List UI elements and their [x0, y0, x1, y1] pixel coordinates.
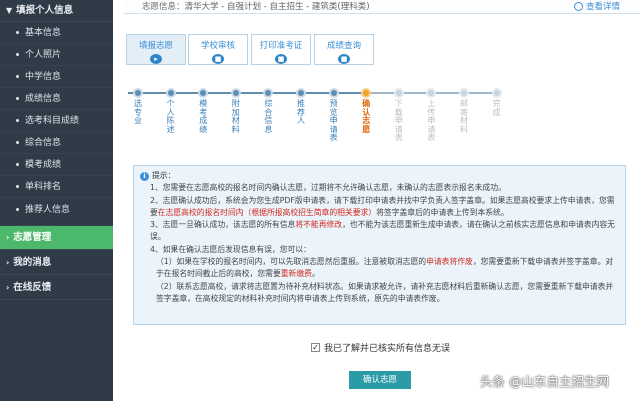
chevron-right-icon: ›	[6, 283, 10, 292]
sidebar-item-elective-scores[interactable]: 选考科目成绩	[0, 110, 113, 132]
progress-steps: 选专业 个人陈述 模考成绩 附加材料 综合信息 推荐人 预览申请表 确认志愿 下载申请表 上传申请…	[128, 86, 628, 156]
volunteer-info-bar: 志愿信息：清华大学 - 自强计划 - 自主招生 - 建筑类(理科类) 查看详情	[124, 0, 640, 14]
step-label: 下载申请表	[394, 99, 403, 143]
detail-icon[interactable]	[574, 2, 583, 11]
bullet-icon	[16, 163, 19, 166]
sidebar-item-school[interactable]: 中学信息	[0, 66, 113, 88]
step-label: 推荐人	[297, 99, 305, 126]
sidebar-item-basic-info[interactable]: 基本信息	[0, 22, 113, 44]
chevron-right-icon: ›	[6, 233, 10, 242]
sidebar-group-feedback[interactable]: › 在线反馈	[0, 275, 113, 300]
step-label: 选专业	[134, 99, 142, 126]
bullet-icon	[16, 119, 19, 122]
step-label: 综合信息	[264, 99, 273, 134]
notice-line-6: （2）联系志愿高校，请求将志愿置为待补充材料状态。如果请求被允许，请补充志愿材料…	[156, 281, 614, 303]
notice-line-1: 1、您需要在志愿高校的报名时间内确认志愿，过期将不允许确认志愿，未确认的志愿表示…	[150, 183, 506, 193]
sidebar-group-volunteer[interactable]: › 志愿管理	[0, 226, 113, 250]
confirm-checkbox-label: 我已了解并已核实所有信息无误	[324, 344, 451, 354]
watermark: 头条 @山东自主招生网	[480, 374, 609, 389]
view-details-link[interactable]: 查看详情	[586, 0, 620, 12]
sidebar-item-subject-rank[interactable]: 单科排名	[0, 176, 113, 198]
step-node	[328, 88, 339, 98]
step-node	[361, 88, 372, 98]
notice-box: i 提示： 1、您需要在志愿高校的报名时间内确认志愿，过期将不允许确认志愿，未确认…	[133, 165, 626, 325]
tab-score-query[interactable]: 成绩查询 ■	[314, 34, 374, 65]
sidebar-item-mock-exam[interactable]: 模考成绩	[0, 154, 113, 176]
step-node	[230, 88, 241, 98]
lock-icon: ■	[212, 54, 224, 64]
step-label: 邮寄材料	[460, 99, 468, 134]
notice-title: 提示：	[152, 171, 176, 180]
step-node	[296, 88, 306, 98]
info-icon: i	[140, 172, 149, 181]
step-label: 模考成绩	[199, 99, 208, 134]
notice-line-5: （1）如果在学校的报名时间内，可以先取消志愿然后重报。注意被取消志愿的申请表将作…	[156, 257, 614, 279]
bullet-icon	[16, 185, 19, 188]
sidebar: ▼ 填报个人信息 基本信息 个人照片 中学信息 成绩信息 选考科目成绩 综合信息 …	[0, 0, 113, 401]
play-icon: ▸	[150, 54, 162, 64]
bullet-icon	[16, 31, 19, 34]
tab-fill-volunteer[interactable]: 填报志愿 ▸	[126, 34, 186, 65]
step-label: 确认志愿	[362, 99, 371, 134]
step-node	[133, 88, 143, 98]
sidebar-item-referee[interactable]: 推荐人信息	[0, 198, 113, 226]
chevron-right-icon: ›	[6, 258, 10, 267]
notice-line-3: 3、志愿一旦确认成功，该志愿的所有信息将不能再修改，也不能为该志愿重新生成申请表…	[150, 220, 615, 242]
confirm-checkbox-row[interactable]: ✓ 我已了解并已核实所有信息无误	[311, 341, 450, 354]
bullet-icon	[16, 75, 19, 78]
bullet-icon	[16, 97, 19, 100]
step-label: 预览申请表	[329, 99, 338, 143]
volunteer-info-text: 志愿信息：清华大学 - 自强计划 - 自主招生 - 建筑类(理科类)	[142, 2, 370, 12]
tab-print-ticket[interactable]: 打印准考证 ■	[251, 34, 311, 65]
lock-icon: ■	[338, 54, 350, 64]
confirm-volunteer-button[interactable]: 确认志愿	[349, 371, 411, 389]
chevron-down-icon: ▼	[6, 6, 13, 15]
notice-line-2: 2、志愿确认成功后，系统会为您生成PDF版申请表，请下载打印申请表并找中学负责人…	[150, 195, 615, 217]
bullet-icon	[16, 208, 19, 211]
step-node	[459, 88, 469, 98]
bullet-icon	[16, 53, 19, 56]
step-label: 上传申请表	[427, 99, 436, 143]
step-label: 个人陈述	[166, 99, 175, 134]
sidebar-group-profile[interactable]: ▼ 填报个人信息	[0, 0, 113, 22]
sidebar-item-photo[interactable]: 个人照片	[0, 44, 113, 66]
sidebar-item-scores[interactable]: 成绩信息	[0, 88, 113, 110]
step-node	[393, 88, 404, 98]
step-label: 附加材料	[231, 99, 240, 134]
step-node	[263, 88, 274, 98]
confirm-checkbox[interactable]: ✓	[311, 343, 320, 352]
sidebar-item-comprehensive[interactable]: 综合信息	[0, 132, 113, 154]
sidebar-group-messages[interactable]: › 我的消息	[0, 250, 113, 275]
step-node	[198, 88, 209, 98]
lock-icon: ■	[275, 54, 287, 64]
step-node	[165, 88, 176, 98]
step-node	[426, 88, 437, 98]
step-node	[491, 88, 502, 98]
notice-line-4: 4、如果在确认志愿后发现信息有误，您可以：	[150, 244, 311, 254]
bullet-icon	[16, 141, 19, 144]
step-label: 完成	[492, 99, 501, 117]
tab-school-review[interactable]: 学校审核 ■	[188, 34, 248, 65]
